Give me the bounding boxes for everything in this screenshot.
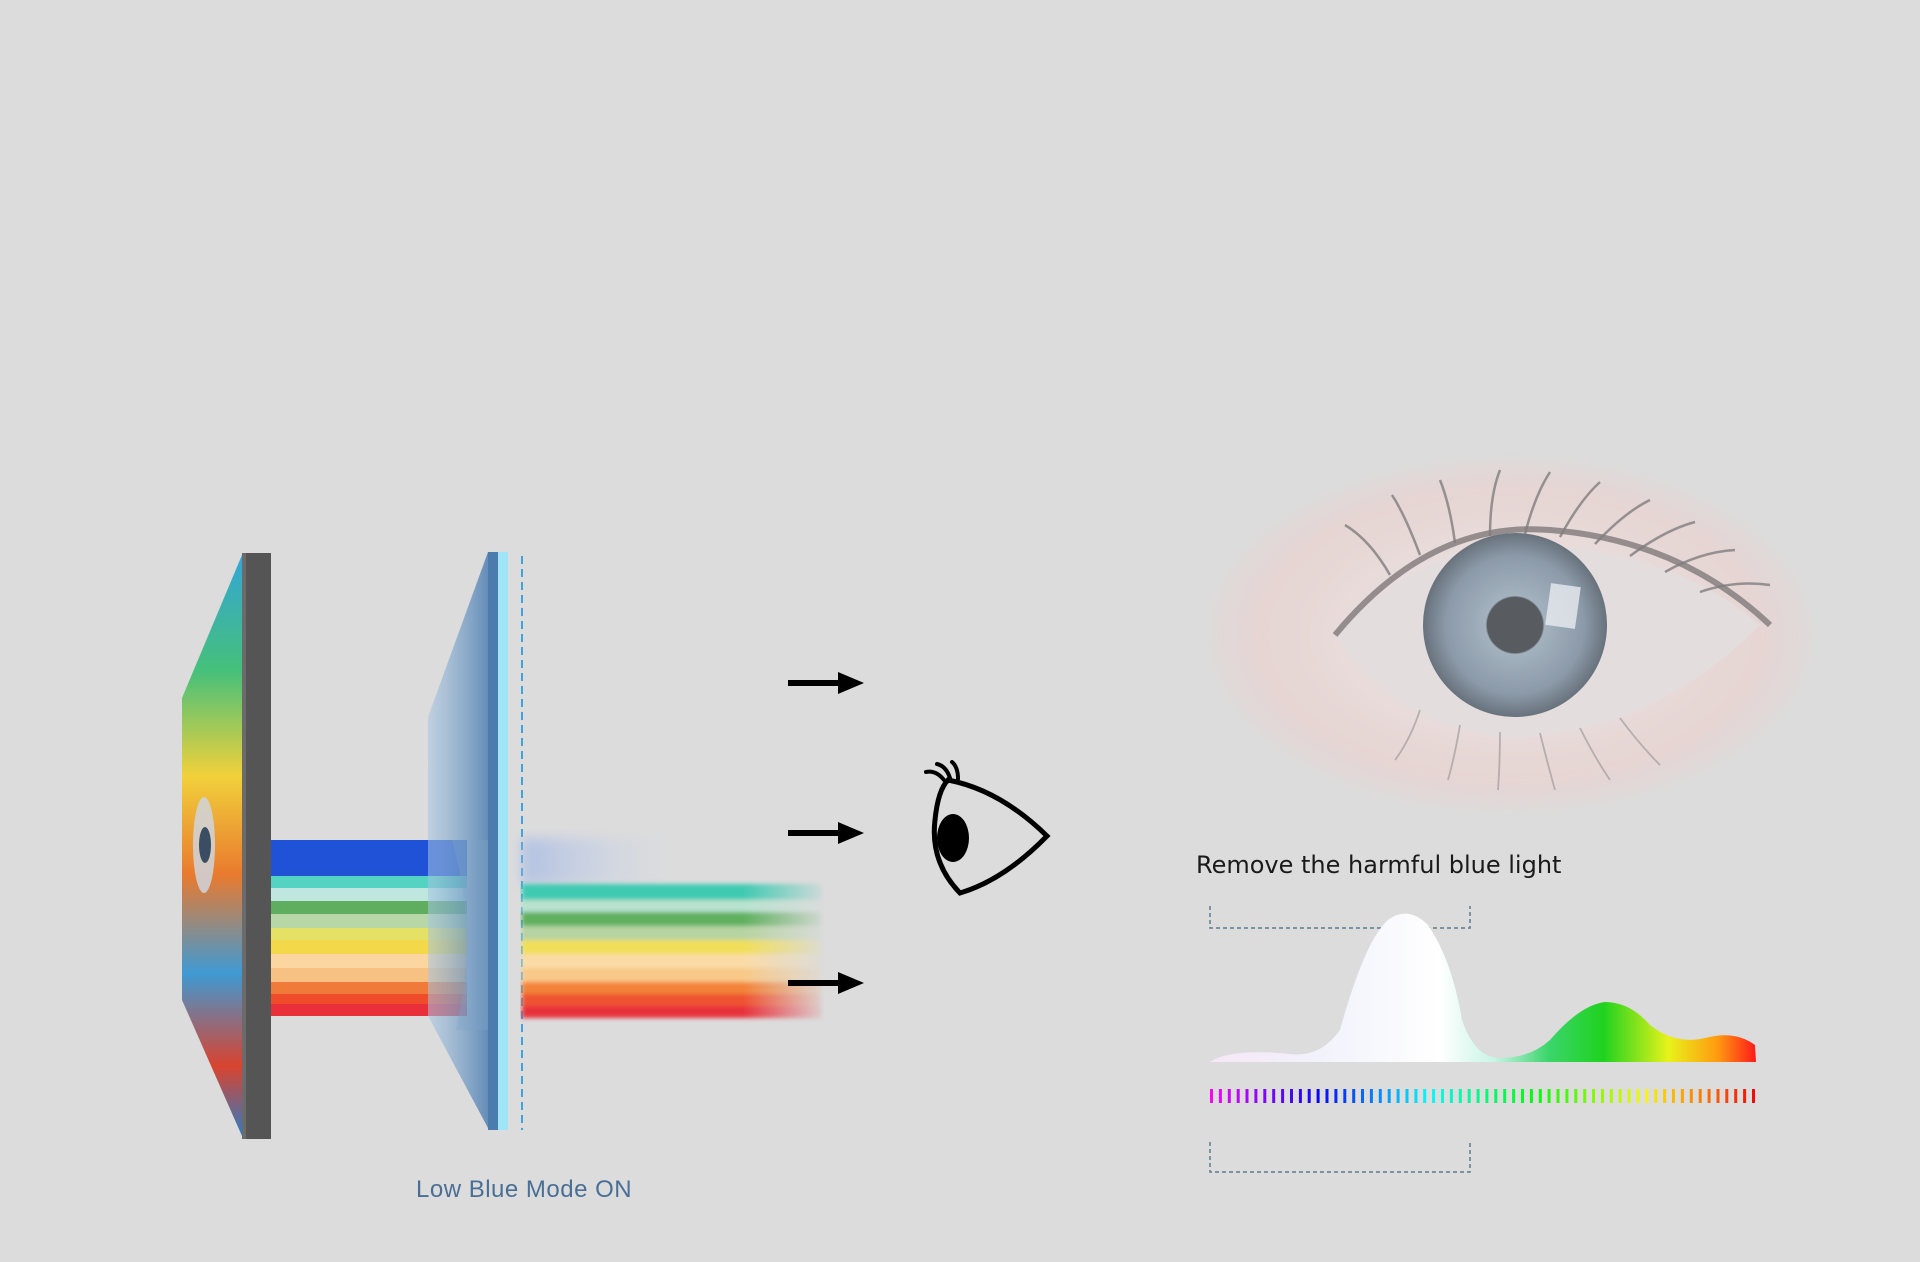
spectrum-tick xyxy=(1378,1089,1382,1103)
spectrum-graphic xyxy=(1209,906,1756,1173)
spectrum-tick xyxy=(1281,1089,1285,1103)
spectrum-tick xyxy=(1476,1089,1480,1103)
spectrum-tick xyxy=(1369,1089,1373,1103)
spectrum-tick xyxy=(1458,1089,1462,1103)
spectrum-tick xyxy=(1743,1089,1747,1103)
spectrum-tick xyxy=(1432,1089,1436,1103)
spectrum-tick xyxy=(1645,1089,1649,1103)
spectrum-tick xyxy=(1343,1089,1347,1103)
spectrum-tick xyxy=(1467,1089,1471,1103)
spectrum-tick xyxy=(1521,1089,1524,1103)
spectrum-tick xyxy=(1618,1089,1622,1103)
spectrum-tick xyxy=(1725,1089,1729,1103)
spectrum-tick xyxy=(1396,1089,1400,1103)
spectrum-tick xyxy=(1529,1089,1533,1103)
eye-icon xyxy=(924,760,1051,896)
spectrum-tick xyxy=(1680,1089,1684,1103)
spectrum-curve xyxy=(1210,913,1756,1062)
spectrum-tick xyxy=(1387,1089,1391,1103)
spectrum-tick xyxy=(1707,1089,1711,1103)
spectrum-tick xyxy=(1752,1089,1755,1103)
spectrum-tick xyxy=(1307,1089,1311,1103)
spectrum-tick xyxy=(1601,1089,1604,1103)
spectrum-bracket-top xyxy=(1209,906,1471,929)
filtered-light-beam xyxy=(522,838,822,1018)
spectrum-tick xyxy=(1236,1089,1240,1103)
spectrum-tick xyxy=(1290,1089,1293,1103)
spectrum-tick xyxy=(1583,1089,1587,1103)
spectrum-tick xyxy=(1689,1089,1693,1103)
spectrum-tick xyxy=(1654,1089,1658,1103)
spectrum-tick xyxy=(1227,1089,1231,1103)
spectrum-tick xyxy=(1556,1089,1560,1103)
spectrum-tick xyxy=(1272,1089,1276,1103)
spectrum-tick xyxy=(1334,1089,1338,1103)
display-panel xyxy=(182,553,271,1139)
spectrum-tick xyxy=(1423,1089,1427,1103)
panel-edge xyxy=(242,553,271,1139)
blue-light-illustration: Low Blue Mode ON Remove the harmful blue… xyxy=(0,0,1920,1262)
spectrum-tick xyxy=(1298,1089,1302,1103)
spectrum-tick xyxy=(1316,1089,1320,1103)
harmful-blue-light-caption: Remove the harmful blue light xyxy=(1196,851,1562,879)
spectrum-tick xyxy=(1245,1089,1249,1103)
spectrum-tick xyxy=(1503,1089,1507,1103)
spectrum-tick xyxy=(1485,1089,1489,1103)
spectrum-tick xyxy=(1449,1089,1453,1103)
screen-artwork-pupil xyxy=(199,827,211,863)
spectrum-tick xyxy=(1716,1089,1720,1103)
spectrum-tick xyxy=(1547,1089,1551,1103)
blue-light-filter xyxy=(428,552,523,1130)
spectrum-tick xyxy=(1512,1089,1516,1103)
spectrum-tick xyxy=(1734,1089,1738,1103)
spectrum-tick xyxy=(1663,1089,1667,1103)
spectrum-tick xyxy=(1574,1089,1578,1103)
spectrum-tick xyxy=(1218,1089,1222,1103)
spectrum-tick xyxy=(1405,1089,1409,1103)
spectrum-tick xyxy=(1441,1089,1444,1103)
spectrum-tick xyxy=(1494,1089,1498,1103)
spectrum-tick xyxy=(1636,1089,1640,1103)
spectrum-tick xyxy=(1414,1089,1418,1103)
arrow-right-icon xyxy=(788,672,864,694)
spectrum-tick-scale xyxy=(1210,1089,1755,1103)
spectrum-tick xyxy=(1698,1089,1702,1103)
spectrum-tick xyxy=(1609,1089,1613,1103)
spectrum-tick xyxy=(1592,1089,1596,1103)
spectrum-tick xyxy=(1263,1089,1267,1103)
low-blue-mode-label: Low Blue Mode ON xyxy=(416,1176,633,1203)
spectrum-tick xyxy=(1565,1089,1569,1103)
spectrum-bracket-bottom xyxy=(1209,1142,1471,1173)
illustration-canvas xyxy=(182,460,1810,1173)
arrow-right-icon xyxy=(788,822,864,844)
spectrum-tick xyxy=(1672,1089,1675,1103)
spectrum-tick xyxy=(1627,1089,1631,1103)
spectrum-tick xyxy=(1325,1089,1329,1103)
spectrum-tick xyxy=(1254,1089,1258,1103)
spectrum-tick xyxy=(1538,1089,1542,1103)
eye-photo xyxy=(1210,460,1810,810)
spectrum-tick xyxy=(1361,1089,1364,1103)
spectrum-tick xyxy=(1352,1089,1356,1103)
spectrum-tick xyxy=(1210,1089,1213,1103)
